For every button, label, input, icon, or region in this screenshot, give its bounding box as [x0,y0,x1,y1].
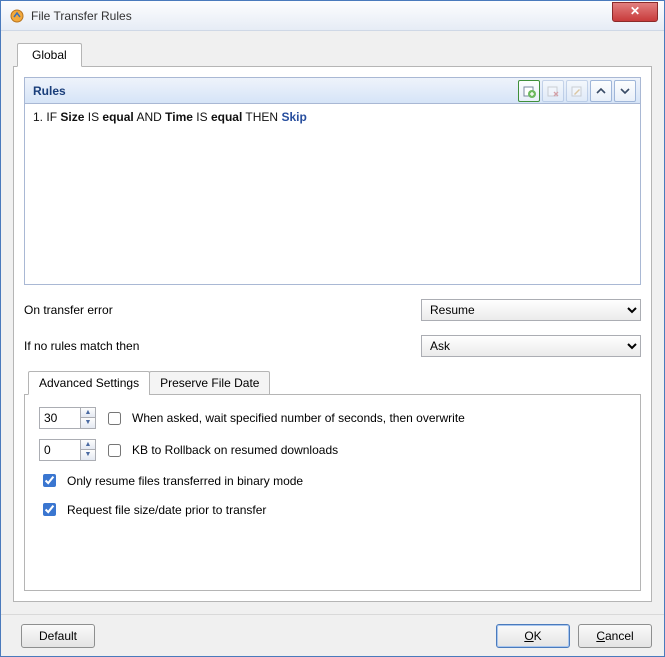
tab-global[interactable]: Global [17,43,82,67]
spin-up-icon[interactable]: ▲ [81,440,95,450]
on-error-row: On transfer error Resume [24,299,641,321]
wait-overwrite-checkbox[interactable] [108,412,121,425]
tab-advanced-settings[interactable]: Advanced Settings [28,371,150,395]
on-error-label: On transfer error [24,303,421,317]
inner-tabs: Advanced Settings Preserve File Date [28,371,269,395]
add-rule-button[interactable] [518,80,540,102]
delete-rule-icon [546,84,560,98]
chevron-up-icon [595,85,607,97]
tab-preserve-file-date[interactable]: Preserve File Date [149,371,270,395]
rollback-kb-stepper[interactable]: ▲▼ [39,439,96,461]
rollback-row: ▲▼ KB to Rollback on resumed downloads [39,439,626,461]
rule-item[interactable]: 1. IF Size IS equal AND Time IS equal TH… [33,110,632,124]
rules-list[interactable]: 1. IF Size IS equal AND Time IS equal TH… [25,104,640,284]
wait-seconds-input[interactable] [39,407,81,429]
no-match-row: If no rules match then Ask [24,335,641,357]
rules-header-label: Rules [33,84,516,98]
resume-binary-row: Only resume files transferred in binary … [39,471,626,490]
close-icon: ✕ [630,4,640,18]
no-match-label: If no rules match then [24,339,421,353]
dialog-window: File Transfer Rules ✕ Global Rules [0,0,665,657]
global-panel: Rules [13,66,652,602]
rules-header: Rules [25,78,640,104]
app-icon [9,8,25,24]
no-match-select[interactable]: Ask [421,335,641,357]
request-size-label: Request file size/date prior to transfer [67,503,266,517]
wait-overwrite-label: When asked, wait specified number of sec… [132,411,465,425]
window-title: File Transfer Rules [31,9,612,23]
resume-binary-label: Only resume files transferred in binary … [67,474,303,488]
rollback-kb-input[interactable] [39,439,81,461]
spin-up-icon[interactable]: ▲ [81,408,95,418]
rules-box: Rules [24,77,641,285]
move-down-button[interactable] [614,80,636,102]
chevron-down-icon [619,85,631,97]
rollback-checkbox[interactable] [108,444,121,457]
spin-down-icon[interactable]: ▼ [81,418,95,428]
on-error-select[interactable]: Resume [421,299,641,321]
wait-seconds-stepper[interactable]: ▲▼ [39,407,96,429]
edit-rule-button[interactable] [566,80,588,102]
move-up-button[interactable] [590,80,612,102]
spin-down-icon[interactable]: ▼ [81,450,95,460]
cancel-button[interactable]: Cancel [578,624,652,648]
rule-number: 1. [33,110,43,124]
request-size-row: Request file size/date prior to transfer [39,500,626,519]
titlebar: File Transfer Rules ✕ [1,1,664,31]
request-size-checkbox[interactable] [43,503,56,516]
rollback-label: KB to Rollback on resumed downloads [132,443,338,457]
rollback-kb-spin[interactable]: ▲▼ [81,439,96,461]
content-area: Global Rules [1,31,664,614]
wait-seconds-spin[interactable]: ▲▼ [81,407,96,429]
delete-rule-button[interactable] [542,80,564,102]
default-button[interactable]: Default [21,624,95,648]
resume-binary-checkbox[interactable] [43,474,56,487]
advanced-tab-container: Advanced Settings Preserve File Date ▲▼ … [24,371,641,591]
advanced-panel: ▲▼ When asked, wait specified number of … [24,394,641,591]
close-button[interactable]: ✕ [612,2,658,22]
add-rule-icon [522,84,536,98]
edit-rule-icon [570,84,584,98]
ok-button[interactable]: OK [496,624,570,648]
dialog-footer: Default OK Cancel [1,614,664,656]
wait-seconds-row: ▲▼ When asked, wait specified number of … [39,407,626,429]
main-tab-container: Global Rules [13,43,652,602]
